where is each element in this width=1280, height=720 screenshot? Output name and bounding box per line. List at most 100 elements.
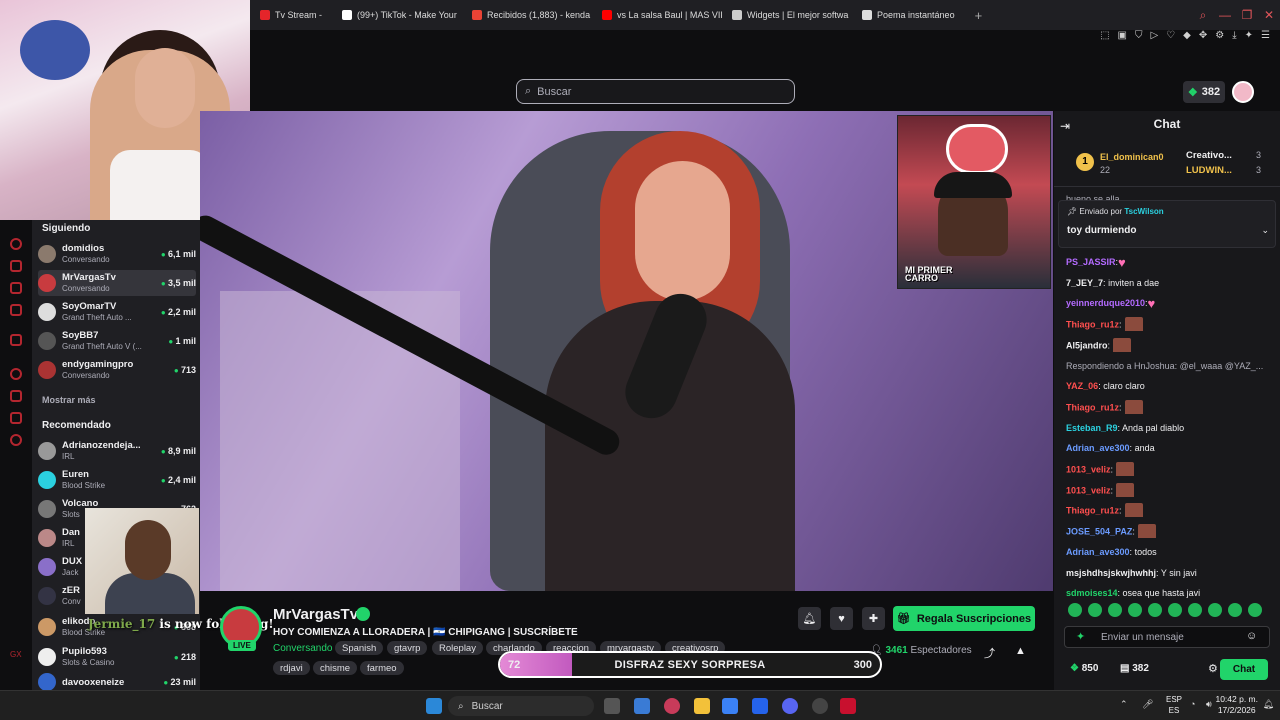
stream-tag[interactable]: chisme: [313, 661, 358, 675]
settings-icon[interactable]: [10, 434, 22, 446]
sidebar-channel[interactable]: endygamingproConversando 713: [38, 357, 196, 383]
sidebar-channel[interactable]: Pupilo593Slots & Casino 218: [38, 644, 196, 670]
opera-gx-icon[interactable]: [664, 698, 680, 714]
download-icon[interactable]: ⤓: [1232, 30, 1236, 41]
notification-icon[interactable]: 🔔︎: [1263, 699, 1274, 710]
file-explorer-icon[interactable]: [694, 698, 710, 714]
play-circle-icon[interactable]: [10, 368, 22, 380]
extension-icon[interactable]: ▣: [1118, 30, 1127, 41]
emote-icon[interactable]: [1088, 603, 1102, 617]
settings-icon[interactable]: ⚙: [1208, 662, 1218, 675]
settings-icon[interactable]: ⚙: [1215, 30, 1224, 41]
search-input[interactable]: ⌕ Buscar: [516, 79, 795, 104]
emote-icon[interactable]: [1148, 603, 1162, 617]
volume-icon[interactable]: 🔊︎: [1206, 699, 1212, 710]
emote-icon[interactable]: [1188, 603, 1202, 617]
chat-username[interactable]: Adrian_ave300: [1066, 443, 1130, 453]
browser-tab[interactable]: Widgets | El mejor softwa: [722, 0, 852, 30]
browser-tab[interactable]: vs La salsa Baul | MAS VIP: [592, 0, 722, 30]
close-icon[interactable]: ✕: [1258, 8, 1280, 22]
stream-tag[interactable]: rdjavi: [273, 661, 310, 675]
chat-username[interactable]: msjshdhsjskwjhwhhj: [1066, 568, 1156, 578]
sidebar-channel[interactable]: domidiosConversando 6,1 mil: [38, 241, 196, 267]
shield-icon[interactable]: ⛉: [1135, 30, 1143, 41]
boost-button[interactable]: ✚: [862, 607, 885, 630]
chat-username[interactable]: Thiago_ru1z: [1066, 319, 1119, 329]
pinned-message[interactable]: 📌︎ Enviado por TscWilson toy durmiendo ⌄: [1058, 200, 1276, 248]
chevron-up-icon[interactable]: ⌃: [1120, 699, 1128, 710]
sidebar-channel[interactable]: MrVargasTvConversando 3,5 mil: [38, 270, 196, 296]
chat-username[interactable]: yeinnerduque2010: [1066, 298, 1145, 308]
restore-icon[interactable]: ❐: [1236, 8, 1258, 22]
task-view-icon[interactable]: [604, 698, 620, 714]
mail-icon[interactable]: [10, 304, 22, 316]
sidebar-channel[interactable]: Adrianozendeja...IRL 8,9 mil: [38, 438, 196, 464]
gift-subscriptions-button[interactable]: 🎁︎ Regala Suscripciones: [893, 606, 1035, 631]
follow-heart-button[interactable]: ♥: [830, 607, 853, 630]
emote-icon[interactable]: [1248, 603, 1262, 617]
chat-username[interactable]: PS_JASSIR: [1066, 257, 1116, 267]
chat-username[interactable]: Al5jandro: [1066, 340, 1108, 350]
chat-username[interactable]: 1013_veliz: [1066, 485, 1111, 495]
sidebar-channel[interactable]: SoyBB7Grand Theft Auto V (... 1 mil: [38, 328, 196, 354]
wifi-icon[interactable]: ◔: [1190, 699, 1195, 709]
browser-tab[interactable]: (99+) TikTok - Make Your: [332, 0, 462, 30]
play-icon[interactable]: ▷: [1150, 30, 1158, 41]
stream-tag[interactable]: Spanish: [335, 641, 384, 655]
obs-icon[interactable]: [812, 698, 828, 714]
outlook-icon[interactable]: [722, 698, 738, 714]
report-icon[interactable]: ▲: [1015, 645, 1026, 657]
gx-icon[interactable]: GX: [10, 650, 22, 662]
puzzle-icon[interactable]: ✥: [1199, 30, 1207, 41]
emote-icon[interactable]: [1168, 603, 1182, 617]
taskbar-search[interactable]: ⌕ Buscar: [448, 696, 594, 716]
browse-icon[interactable]: [10, 260, 22, 272]
clock[interactable]: 10:42 p. m. 17/2/2026: [1215, 694, 1258, 716]
chat-icon[interactable]: [10, 282, 22, 294]
stream-tag[interactable]: gtavrp: [387, 641, 428, 655]
search-tabs-icon[interactable]: ⌕: [1192, 8, 1214, 23]
channel-name[interactable]: MrVargasTv: [273, 606, 358, 623]
user-avatar[interactable]: [1232, 81, 1254, 103]
app-icon[interactable]: [752, 698, 768, 714]
sidebar-channel[interactable]: EurenBlood Strike 2,4 mil: [38, 467, 196, 493]
store-balance[interactable]: ▤ 382: [1120, 663, 1149, 674]
app-icon[interactable]: [634, 698, 650, 714]
emote-icon[interactable]: [1208, 603, 1222, 617]
chat-input[interactable]: Enviar un mensaje: [1064, 626, 1270, 648]
chat-username[interactable]: JOSE_504_PAZ: [1066, 526, 1132, 536]
extension-icon[interactable]: ⬚: [1100, 30, 1109, 41]
sidebar-channel[interactable]: SoyOmarTVGrand Theft Auto ... 2,2 mil: [38, 299, 196, 325]
heart-icon[interactable]: ♡: [1166, 30, 1175, 41]
discord-icon[interactable]: [782, 698, 798, 714]
chat-username[interactable]: 7_JEY_7: [1066, 278, 1103, 288]
ai-icon[interactable]: ✦: [1245, 30, 1253, 41]
emote-icon[interactable]: [1108, 603, 1122, 617]
send-icon[interactable]: [10, 412, 22, 424]
notification-bell-button[interactable]: 🔔︎: [798, 607, 821, 630]
language-indicator[interactable]: ESP ES: [1166, 694, 1182, 716]
stream-category[interactable]: Conversando: [273, 643, 332, 654]
show-more-link[interactable]: Mostrar más: [42, 395, 96, 405]
new-tab-button[interactable]: +: [965, 8, 993, 23]
extension-icon[interactable]: ◆: [1183, 30, 1191, 41]
chat-send-button[interactable]: Chat: [1220, 659, 1268, 680]
home-icon[interactable]: [10, 238, 22, 250]
emoji-icon[interactable]: ☺: [1246, 630, 1257, 642]
chat-username[interactable]: 1013_veliz: [1066, 464, 1111, 474]
chat-username[interactable]: Thiago_ru1z: [1066, 505, 1119, 515]
emote-icon[interactable]: [1228, 603, 1242, 617]
browser-tab[interactable]: Recibidos (1,883) - kenda: [462, 0, 592, 30]
points-balance[interactable]: ❖ 850: [1070, 663, 1098, 674]
chat-username[interactable]: sdmoises14: [1066, 588, 1118, 598]
store-icon[interactable]: [10, 390, 22, 402]
stream-tag[interactable]: Roleplay: [432, 641, 483, 655]
emote-icon[interactable]: [1128, 603, 1142, 617]
chat-username[interactable]: Adrian_ave300: [1066, 547, 1130, 557]
twitch-icon[interactable]: [10, 334, 22, 346]
browser-tab[interactable]: Tv Stream -: [250, 0, 332, 30]
minimize-icon[interactable]: —: [1214, 8, 1236, 22]
chat-username[interactable]: Thiago_ru1z: [1066, 402, 1119, 412]
windows-start-icon[interactable]: [426, 698, 442, 714]
share-icon[interactable]: ⤴: [984, 645, 995, 661]
